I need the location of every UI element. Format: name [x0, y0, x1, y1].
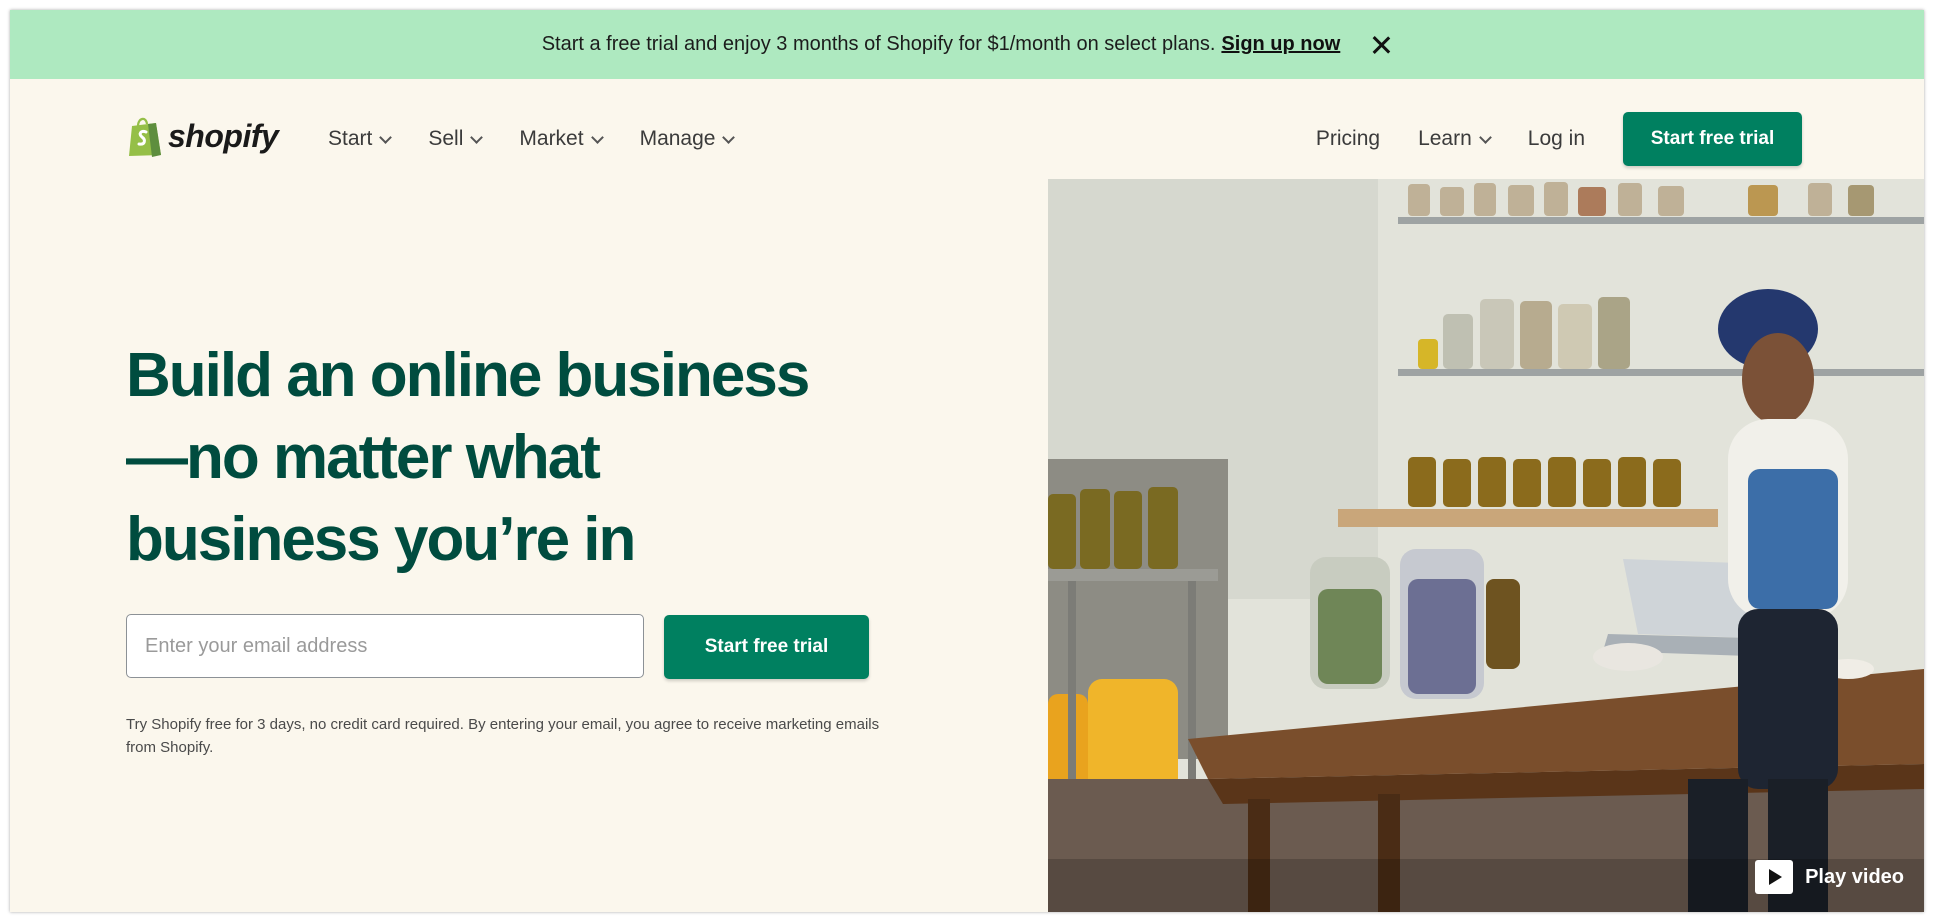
primary-menu: Start Sell Market Manage	[328, 127, 736, 151]
hero-photo: Play video	[1048, 179, 1924, 912]
chevron-down-icon	[379, 130, 393, 144]
nav-login[interactable]: Log in	[1528, 127, 1585, 151]
shopify-logo[interactable]: shopify	[126, 114, 279, 158]
nav-manage[interactable]: Manage	[639, 127, 736, 151]
start-free-trial-hero-button[interactable]: Start free trial	[664, 615, 869, 679]
nav-market-label: Market	[519, 127, 584, 150]
nav-learn[interactable]: Learn	[1418, 127, 1492, 151]
main-navigation: shopify Start Sell Market Manage Pricing	[10, 79, 1924, 189]
nav-sell[interactable]: Sell	[428, 127, 484, 151]
play-video-button[interactable]: Play video	[1755, 860, 1904, 894]
shopping-bag-icon	[129, 117, 161, 157]
promo-text: Start a free trial and enjoy 3 months of…	[541, 33, 1216, 55]
browser-viewport: Start a free trial and enjoy 3 months of…	[10, 10, 1924, 912]
chevron-down-icon	[590, 130, 604, 144]
nav-manage-label: Manage	[639, 127, 716, 150]
chevron-down-icon	[722, 130, 736, 144]
nav-market[interactable]: Market	[519, 127, 604, 151]
promo-banner: Start a free trial and enjoy 3 months of…	[10, 10, 1924, 79]
secondary-menu: Pricing Learn Log in Start free trial	[1316, 112, 1802, 166]
nav-learn-label: Learn	[1418, 127, 1472, 150]
close-icon[interactable]	[1370, 34, 1392, 56]
workshop-illustration	[1048, 179, 1924, 912]
sign-up-now-link[interactable]: Sign up now	[1221, 33, 1340, 56]
start-free-trial-nav-button[interactable]: Start free trial	[1623, 112, 1802, 166]
trial-disclaimer: Try Shopify free for 3 days, no credit c…	[126, 716, 880, 756]
nav-sell-label: Sell	[428, 127, 464, 150]
email-input[interactable]	[126, 614, 644, 678]
nav-start-label: Start	[328, 127, 373, 150]
chevron-down-icon	[1478, 130, 1492, 144]
logo-wordmark: shopify	[168, 117, 279, 154]
nav-start[interactable]: Start	[328, 127, 393, 151]
play-video-label: Play video	[1805, 865, 1904, 888]
play-icon	[1755, 860, 1794, 894]
hero-headline: Build an online business—no matter what …	[126, 341, 810, 574]
chevron-down-icon	[470, 130, 484, 144]
nav-pricing[interactable]: Pricing	[1316, 127, 1380, 151]
